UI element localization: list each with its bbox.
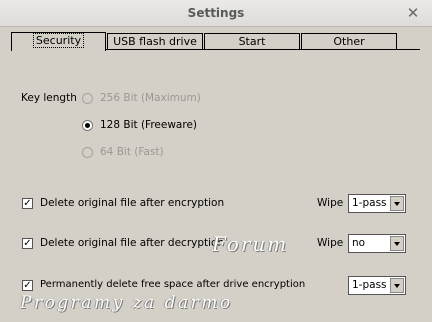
- security-panel: Key length 256 Bit (Maximum) 128 Bit (Fr…: [11, 49, 420, 302]
- radio-64-bit[interactable]: [82, 147, 93, 158]
- close-icon[interactable]: ✕: [403, 3, 423, 23]
- wipe-free-space-value: 1-pass: [352, 279, 387, 291]
- radio-128-bit[interactable]: [82, 120, 93, 131]
- radio-selected-dot: [85, 123, 90, 128]
- delete-after-encryption-checkbox[interactable]: ✓: [22, 198, 33, 209]
- radio-64-bit-label: 64 Bit (Fast): [100, 146, 164, 158]
- tab-usb-flash-drive[interactable]: USB flash drive: [107, 33, 203, 50]
- tab-security-label: Security: [32, 33, 85, 48]
- delete-after-decryption-checkbox[interactable]: ✓: [22, 238, 33, 249]
- delete-free-space-checkbox[interactable]: ✓: [22, 280, 33, 291]
- tab-bar: Security USB flash drive Start Other: [11, 32, 397, 51]
- wipe-encryption-value: 1-pass: [352, 197, 387, 209]
- wipe-label-encryption: Wipe: [317, 197, 344, 209]
- wipe-free-space-select[interactable]: 1-pass: [348, 276, 406, 295]
- tab-usb-flash-drive-label: USB flash drive: [113, 35, 197, 48]
- tab-other-label: Other: [333, 35, 365, 48]
- settings-window: Settings ✕ Security USB flash drive Star…: [0, 0, 432, 322]
- tab-security[interactable]: Security: [11, 32, 106, 51]
- chevron-down-icon: [390, 278, 404, 293]
- window-title: Settings: [187, 6, 245, 20]
- radio-256-bit[interactable]: [82, 93, 93, 104]
- chevron-down-icon: [390, 196, 404, 211]
- radio-128-bit-label: 128 Bit (Freeware): [100, 119, 197, 131]
- wipe-encryption-select[interactable]: 1-pass: [348, 194, 406, 213]
- radio-256-bit-label: 256 Bit (Maximum): [100, 92, 201, 104]
- tab-other[interactable]: Other: [301, 33, 397, 50]
- wipe-decryption-value: no: [352, 237, 366, 249]
- delete-after-encryption-label: Delete original file after encryption: [40, 197, 225, 209]
- key-length-label: Key length: [21, 92, 77, 104]
- title-bar: Settings ✕: [0, 0, 432, 27]
- delete-free-space-label: Permanently delete free space after driv…: [40, 279, 306, 290]
- wipe-label-decryption: Wipe: [317, 237, 344, 249]
- wipe-decryption-select[interactable]: no: [348, 234, 406, 253]
- delete-after-decryption-label: Delete original file after decryption: [40, 237, 225, 249]
- tab-start[interactable]: Start: [204, 33, 300, 50]
- tab-start-label: Start: [238, 35, 266, 48]
- chevron-down-icon: [390, 236, 404, 251]
